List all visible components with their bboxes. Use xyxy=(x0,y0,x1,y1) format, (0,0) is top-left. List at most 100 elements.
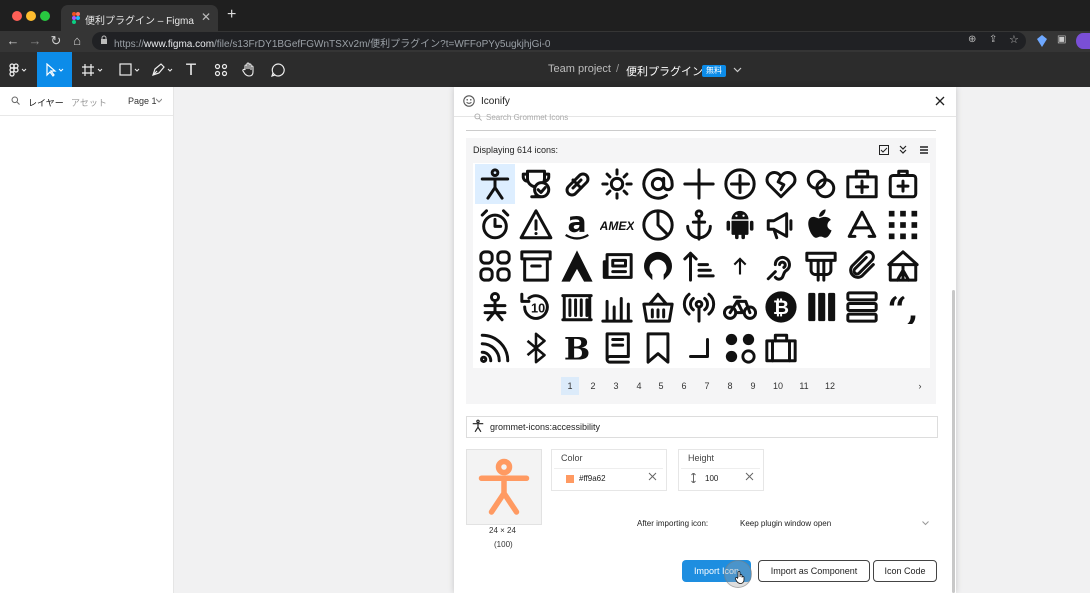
blog-icon[interactable] xyxy=(475,328,515,368)
select-all-icon[interactable] xyxy=(879,145,889,155)
apps-icon[interactable] xyxy=(883,205,923,245)
aid-icon[interactable] xyxy=(842,164,882,204)
after-import-chevron-down-icon[interactable] xyxy=(922,521,929,526)
arch-icon[interactable] xyxy=(557,246,597,286)
atm-icon[interactable] xyxy=(801,246,841,286)
amex-icon[interactable]: AMEX xyxy=(597,205,637,245)
zoom-window-button[interactable] xyxy=(40,11,50,21)
anchor-icon[interactable] xyxy=(679,205,719,245)
bar-chart-icon[interactable] xyxy=(597,287,637,327)
tab-close-icon[interactable]: ✕ xyxy=(201,10,211,24)
amazon-icon[interactable]: a xyxy=(557,205,597,245)
analytics-icon[interactable] xyxy=(638,205,678,245)
reload-icon[interactable]: ↻ xyxy=(48,33,64,49)
app-store-icon[interactable] xyxy=(842,205,882,245)
attraction-icon[interactable] xyxy=(883,246,923,286)
forward-icon[interactable]: → xyxy=(27,33,43,48)
expand-icon[interactable] xyxy=(898,145,908,155)
page-9-button[interactable]: 9 xyxy=(744,377,762,395)
shape-tool-button[interactable] xyxy=(113,52,147,87)
back-icon[interactable]: ← xyxy=(5,33,21,48)
blockquote-icon[interactable]: “, xyxy=(883,287,923,327)
address-bar[interactable]: https://www.figma.com/file/s13FrDY1BGefF… xyxy=(92,32,1026,50)
page-chevron-down-icon[interactable] xyxy=(156,98,162,103)
ascend-icon[interactable] xyxy=(679,246,719,286)
tab-assets[interactable]: アセット xyxy=(71,96,107,109)
file-chevron-down-icon[interactable] xyxy=(733,65,742,74)
add-icon[interactable] xyxy=(679,164,719,204)
bitcoin-icon[interactable]: ₿ xyxy=(761,287,801,327)
bold-icon[interactable]: B xyxy=(557,328,597,368)
clear-color-icon[interactable] xyxy=(648,472,657,481)
new-tab-icon[interactable]: + xyxy=(227,6,236,24)
aid-option-icon[interactable] xyxy=(557,164,597,204)
bluetooth-icon[interactable] xyxy=(516,328,556,368)
profile-avatar[interactable] xyxy=(1076,33,1090,49)
page-3-button[interactable]: 3 xyxy=(607,377,625,395)
baby-icon[interactable] xyxy=(475,287,515,327)
aurora-icon[interactable] xyxy=(638,246,678,286)
extension-icon[interactable] xyxy=(1037,35,1047,47)
bookmark-icon[interactable] xyxy=(638,328,678,368)
color-swatch[interactable] xyxy=(566,475,574,483)
main-menu-button[interactable] xyxy=(2,52,36,87)
bike-icon[interactable] xyxy=(720,287,760,327)
alarm-icon[interactable] xyxy=(475,205,515,245)
import-as-component-button[interactable]: Import as Component xyxy=(758,560,870,582)
archive-icon[interactable] xyxy=(516,246,556,286)
icon-search-field[interactable]: Search Grommet Icons xyxy=(466,113,936,131)
bowling-icon[interactable] xyxy=(720,328,760,368)
apps-rounded-icon[interactable] xyxy=(475,246,515,286)
minimize-window-button[interactable] xyxy=(26,11,36,21)
basket-icon[interactable] xyxy=(638,287,678,327)
bookmark-lines-icon[interactable] xyxy=(842,287,882,327)
page-7-button[interactable]: 7 xyxy=(698,377,716,395)
pen-tool-button[interactable] xyxy=(148,52,178,87)
plugin-scrollbar[interactable] xyxy=(952,290,955,593)
attachment-icon[interactable] xyxy=(842,246,882,286)
alert-icon[interactable] xyxy=(516,205,556,245)
beacon-icon[interactable] xyxy=(679,287,719,327)
clear-height-icon[interactable] xyxy=(745,472,754,481)
page-11-button[interactable]: 11 xyxy=(794,377,814,395)
page-12-button[interactable]: 12 xyxy=(820,377,840,395)
announce-sun-icon[interactable] xyxy=(597,164,637,204)
page-8-button[interactable]: 8 xyxy=(721,377,739,395)
tab-layers[interactable]: レイヤー xyxy=(28,96,64,109)
browser-tab[interactable]: 便利プラグイン – Figma ✕ xyxy=(61,5,218,31)
icon-code-button[interactable]: Icon Code xyxy=(873,560,937,582)
bank-icon[interactable] xyxy=(557,287,597,327)
resources-button[interactable] xyxy=(211,52,231,87)
apple-icon[interactable] xyxy=(801,205,841,245)
page-selector[interactable]: Page 1 xyxy=(128,96,157,106)
frame-tool-button[interactable] xyxy=(78,52,108,87)
bottom-corner-icon[interactable] xyxy=(801,287,841,327)
color-input[interactable]: #ff9a62 xyxy=(554,468,663,489)
share-icon[interactable]: ⇪ xyxy=(989,34,997,45)
hand-tool-button[interactable] xyxy=(239,52,259,87)
page-1-button[interactable]: 1 xyxy=(561,377,579,395)
after-import-select[interactable]: Keep plugin window open xyxy=(740,519,831,528)
assistive-listening-icon[interactable] xyxy=(761,246,801,286)
page-4-button[interactable]: 4 xyxy=(630,377,648,395)
window-icon[interactable]: ▣ xyxy=(1057,34,1066,45)
briefcase-icon[interactable] xyxy=(761,328,801,368)
team-name[interactable]: Team project xyxy=(548,63,611,75)
article-icon[interactable] xyxy=(597,246,637,286)
bookmark-star-icon[interactable]: ☆ xyxy=(1009,33,1019,46)
next-page-button[interactable]: › xyxy=(911,377,929,395)
page-2-button[interactable]: 2 xyxy=(584,377,602,395)
announce-icon[interactable] xyxy=(761,205,801,245)
accessibility-icon[interactable] xyxy=(475,164,515,204)
close-icon[interactable] xyxy=(935,96,945,106)
close-window-button[interactable] xyxy=(12,11,22,21)
list-view-icon[interactable] xyxy=(919,145,929,155)
at-sign-icon[interactable] xyxy=(638,164,678,204)
comment-tool-button[interactable] xyxy=(268,52,288,87)
page-5-button[interactable]: 5 xyxy=(652,377,670,395)
home-icon[interactable]: ⌂ xyxy=(69,33,85,48)
backup-icon[interactable]: 10 xyxy=(516,287,556,327)
heart-broken-icon[interactable] xyxy=(761,164,801,204)
height-input[interactable]: 100 xyxy=(681,468,760,489)
text-tool-icon[interactable]: T xyxy=(180,52,202,87)
